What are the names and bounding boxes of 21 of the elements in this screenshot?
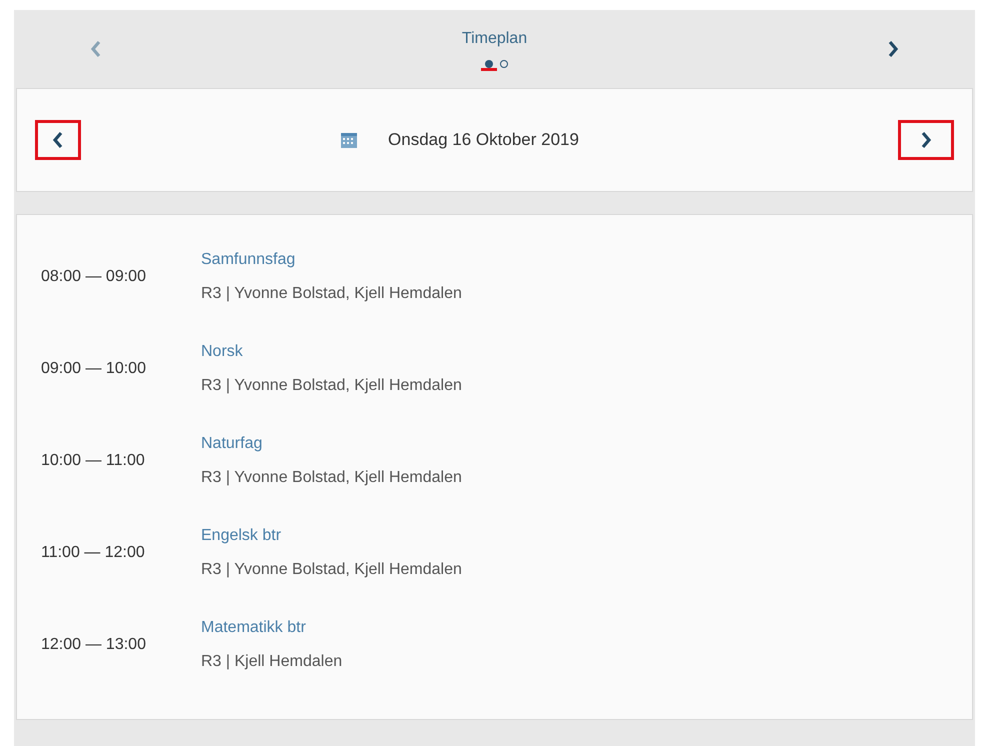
lesson-time: 10:00 — 11:00 bbox=[41, 451, 146, 471]
subject-link[interactable]: Naturfag bbox=[201, 432, 462, 456]
next-day-button[interactable] bbox=[898, 120, 954, 160]
lesson-details: R3 | Yvonne Bolstad, Kjell Hemdalen bbox=[201, 560, 462, 580]
subject-link[interactable]: Norsk bbox=[201, 340, 462, 364]
lesson-time: 08:00 — 09:00 bbox=[41, 267, 147, 287]
lesson-details: R3 | Yvonne Bolstad, Kjell Hemdalen bbox=[201, 376, 462, 396]
page-title: Timeplan bbox=[462, 29, 528, 49]
subject-link[interactable]: Samfunnsfag bbox=[201, 248, 462, 272]
lesson-details: R3 | Yvonne Bolstad, Kjell Hemdalen bbox=[201, 284, 462, 304]
lesson-time: 12:00 — 13:00 bbox=[41, 635, 147, 655]
calendar-icon bbox=[340, 131, 358, 149]
subject-link[interactable]: Engelsk btr bbox=[201, 524, 462, 548]
previous-day-button[interactable] bbox=[35, 120, 81, 160]
selection-underline bbox=[481, 68, 497, 71]
lesson-time: 11:00 — 12:00 bbox=[41, 543, 146, 563]
subject-link[interactable]: Matematikk btr bbox=[201, 616, 342, 640]
lesson-details: R3 | Yvonne Bolstad, Kjell Hemdalen bbox=[201, 468, 462, 488]
lesson-time: 09:00 — 10:00 bbox=[41, 359, 147, 379]
lesson-details: R3 | Kjell Hemdalen bbox=[201, 652, 342, 672]
date-label: Onsdag 16 Oktober 2019 bbox=[388, 129, 579, 152]
